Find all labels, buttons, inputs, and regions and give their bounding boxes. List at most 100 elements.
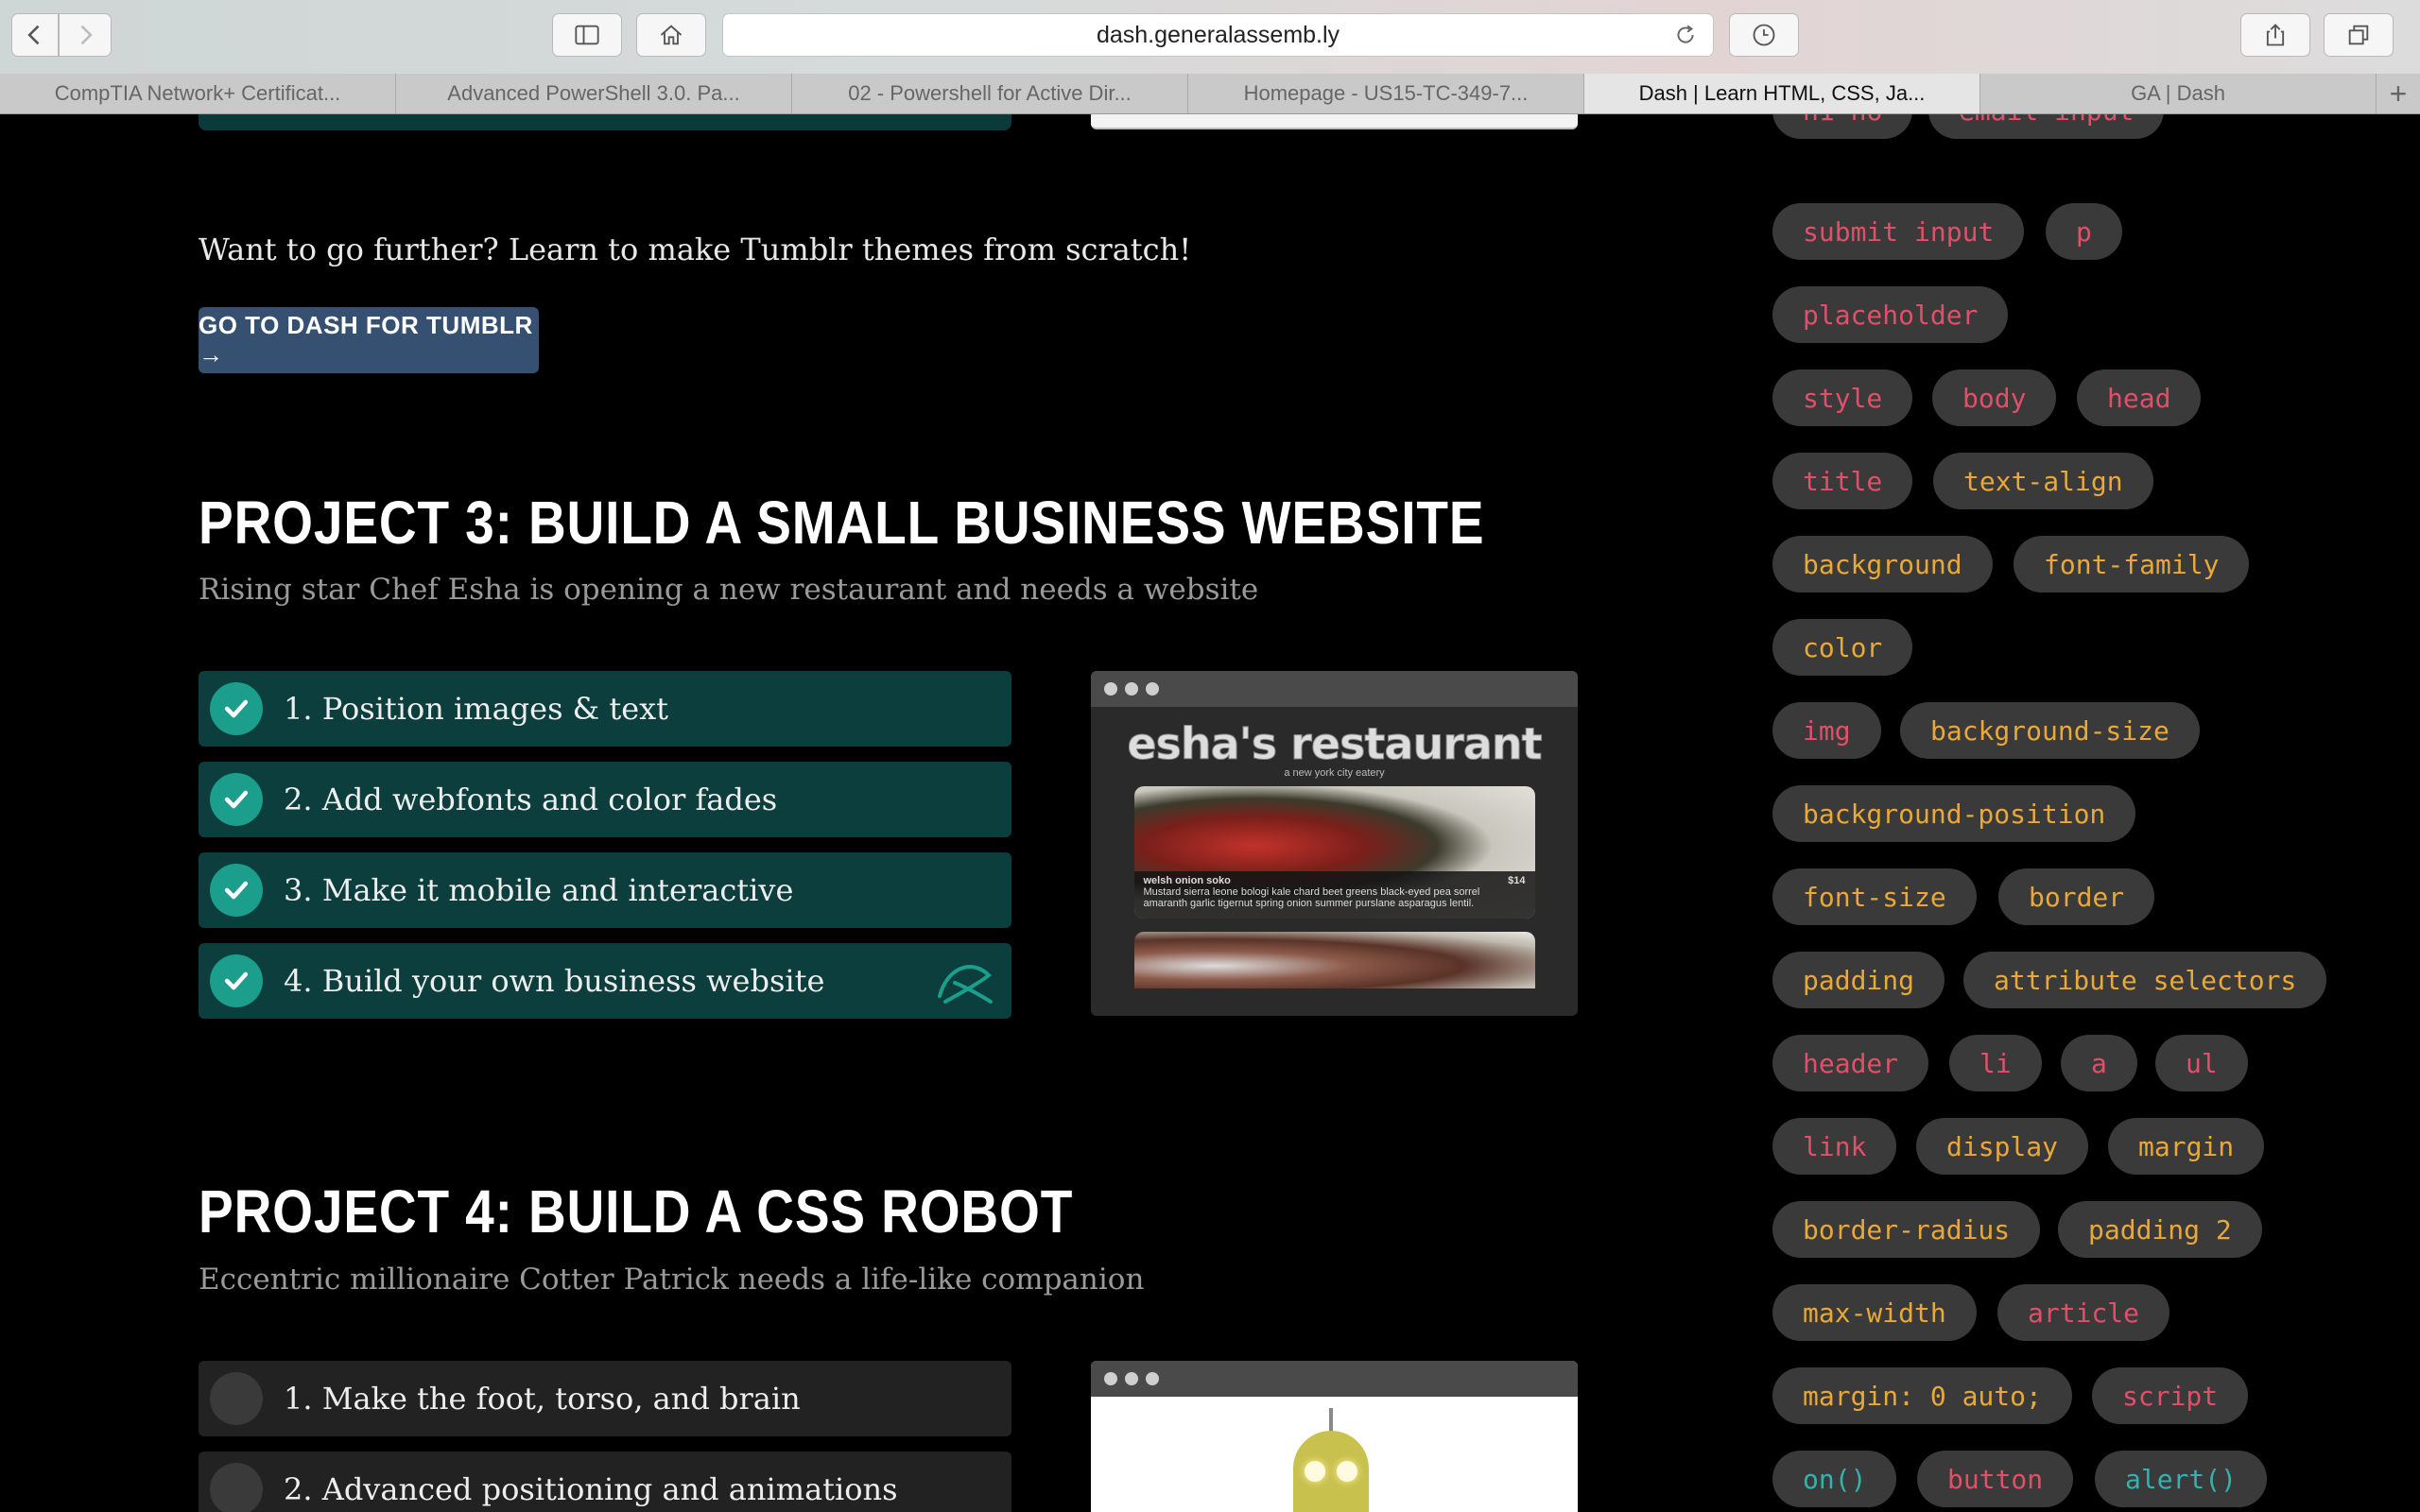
project4-title: PROJECT 4: BUILD A CSS ROBOT	[199, 1177, 1074, 1246]
empty-circle-icon	[210, 1372, 263, 1425]
empty-circle-icon	[210, 1463, 263, 1512]
project4-screenshot	[1091, 1361, 1578, 1512]
tag-chip[interactable]: ul	[2155, 1035, 2248, 1091]
tag-chip[interactable]: img	[1772, 702, 1881, 759]
previous-project-screenshot	[1091, 114, 1578, 129]
tag-chip[interactable]: email input	[1928, 114, 2165, 139]
back-button[interactable]	[11, 13, 59, 57]
tag-chip[interactable]: padding 2	[2058, 1201, 2262, 1258]
chevron-left-icon	[27, 25, 40, 45]
tag-chip[interactable]: a	[2061, 1035, 2137, 1091]
robot-head	[1293, 1431, 1369, 1512]
browser-toolbar: dash.generalassemb.ly	[0, 0, 2420, 75]
tag-chip[interactable]: link	[1772, 1118, 1897, 1175]
tag-chip[interactable]: margin	[2108, 1118, 2265, 1175]
window-dot	[1104, 682, 1117, 696]
tag-chip[interactable]: font-size	[1772, 868, 1977, 925]
tag-chip[interactable]: article	[1997, 1284, 2170, 1341]
check-icon	[210, 682, 263, 735]
robot-eye	[1337, 1461, 1357, 1482]
reload-icon[interactable]	[1673, 23, 1698, 47]
tag-chip[interactable]: p	[2046, 203, 2122, 260]
window-dot	[1125, 1372, 1138, 1385]
tag-chip[interactable]: head	[2077, 369, 2202, 426]
tag-chip[interactable]: submit input	[1772, 203, 2025, 260]
project3-screenshot: esha's restaurant a new york city eatery…	[1091, 671, 1578, 1016]
page-content: Want to go further? Learn to make Tumblr…	[0, 114, 2420, 1512]
tag-chip[interactable]: alert()	[2095, 1451, 2268, 1507]
tag-chip[interactable]: title	[1772, 453, 1913, 509]
tag-chip[interactable]: style	[1772, 369, 1913, 426]
dash-for-tumblr-button[interactable]: GO TO DASH FOR TUMBLR →	[199, 307, 539, 373]
tag-chip[interactable]: placeholder	[1772, 286, 2009, 343]
check-icon	[210, 773, 263, 826]
tag-chip[interactable]: background-size	[1900, 702, 2200, 759]
window-dot	[1146, 682, 1159, 696]
tag-chip[interactable]: script	[2092, 1367, 2249, 1424]
history-button[interactable]	[1729, 13, 1799, 57]
tag-chip[interactable]: display	[1916, 1118, 2089, 1175]
address-bar[interactable]: dash.generalassemb.ly	[722, 13, 1714, 57]
check-icon	[210, 864, 263, 917]
project4-subtitle: Eccentric millionaire Cotter Patrick nee…	[199, 1263, 1145, 1297]
tag-chip[interactable]: margin: 0 auto;	[1772, 1367, 2072, 1424]
tag-chip[interactable]: li	[1949, 1035, 2042, 1091]
project3-step-2[interactable]: 2. Add webfonts and color fades	[199, 762, 1011, 837]
tag-chip[interactable]: font-family	[2014, 536, 2250, 593]
sidebar-toggle-button[interactable]	[552, 13, 622, 57]
new-tab-button[interactable]: +	[2377, 74, 2420, 113]
tag-chip[interactable]: text-align	[1933, 453, 2153, 509]
tag-chip[interactable]: background	[1772, 536, 1993, 593]
window-dot	[1125, 682, 1138, 696]
previous-step-item[interactable]	[199, 114, 1011, 130]
home-button[interactable]	[636, 13, 706, 57]
tag-chip[interactable]: padding	[1772, 952, 1945, 1008]
tag-chip[interactable]: h1-h6	[1772, 114, 1913, 139]
tag-chip[interactable]: background-position	[1772, 785, 2136, 842]
step-label: 3. Make it mobile and interactive	[284, 872, 794, 908]
tag-chip[interactable]: on()	[1772, 1451, 1897, 1507]
tag-chip[interactable]: button	[1917, 1451, 2074, 1507]
tabs-icon	[2348, 25, 2369, 45]
chevron-right-icon	[80, 25, 93, 45]
project3-title: PROJECT 3: BUILD A SMALL BUSINESS WEBSIT…	[199, 489, 1485, 557]
window-dot	[1104, 1372, 1117, 1385]
window-dots	[1091, 671, 1578, 707]
dish-caption: welsh onion soko $14 Mustard sierra leon…	[1133, 871, 1535, 919]
tab-powershell-ad[interactable]: 02 - Powershell for Active Dir...	[792, 74, 1188, 113]
tab-ga-dash[interactable]: GA | Dash	[1980, 74, 2377, 113]
dish-description: Mustard sierra leone bologi kale chard b…	[1143, 886, 1480, 909]
forward-button[interactable]	[59, 13, 112, 57]
tab-powershell-advanced[interactable]: Advanced PowerShell 3.0. Pa...	[396, 74, 792, 113]
project3-step-1[interactable]: 1. Position images & text	[199, 671, 1011, 747]
step-label: 4. Build your own business website	[284, 963, 825, 999]
tag-chip[interactable]: max-width	[1772, 1284, 1977, 1341]
dish-price: $14	[1508, 875, 1526, 886]
home-icon	[660, 25, 683, 45]
tab-overview-button[interactable]	[2324, 13, 2394, 57]
dish-photo-2	[1133, 932, 1535, 988]
check-icon	[210, 954, 263, 1007]
project4-step-2[interactable]: 2. Advanced positioning and animations	[199, 1452, 1011, 1512]
further-text: Want to go further? Learn to make Tumblr…	[199, 232, 1192, 267]
tag-chip[interactable]: color	[1772, 619, 1913, 676]
tag-chip[interactable]: border	[1998, 868, 2155, 925]
swoosh-icon	[938, 965, 993, 1004]
dish-photo: welsh onion soko $14 Mustard sierra leon…	[1133, 786, 1535, 919]
window-dots	[1091, 1361, 1578, 1397]
project4-step-1[interactable]: 1. Make the foot, torso, and brain	[199, 1361, 1011, 1436]
robot-eye	[1305, 1461, 1325, 1482]
tag-chip[interactable]: body	[1932, 369, 2057, 426]
tab-comptia[interactable]: CompTIA Network+ Certificat...	[0, 74, 396, 113]
project3-step-3[interactable]: 3. Make it mobile and interactive	[199, 852, 1011, 928]
tab-dash-learn[interactable]: Dash | Learn HTML, CSS, Ja...	[1584, 74, 1980, 113]
share-button[interactable]	[2240, 13, 2310, 57]
tab-homepage[interactable]: Homepage - US15-TC-349-7...	[1188, 74, 1584, 113]
project3-step-4[interactable]: 4. Build your own business website	[199, 943, 1011, 1019]
tag-chip[interactable]: border-radius	[1772, 1201, 2041, 1258]
tag-chip[interactable]: header	[1772, 1035, 1929, 1091]
window-dot	[1146, 1372, 1159, 1385]
step-label: 1. Position images & text	[284, 691, 669, 727]
tag-chip[interactable]: attribute selectors	[1963, 952, 2327, 1008]
tab-bar: CompTIA Network+ Certificat... Advanced …	[0, 74, 2420, 114]
